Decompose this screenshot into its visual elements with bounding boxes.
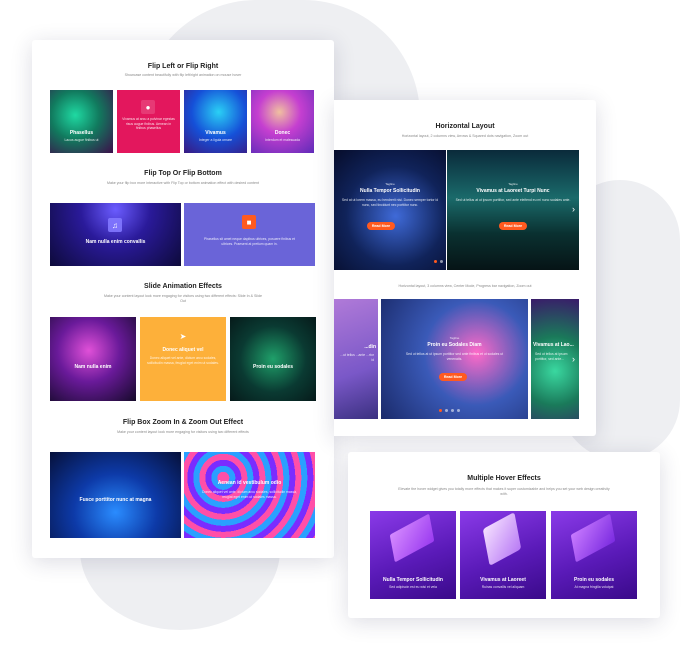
flip-tb-subtitle: Make your flip box more interactive with… (106, 181, 260, 185)
flip-lr-tile-4[interactable]: Donec Interdum et malesuada (251, 90, 314, 153)
read-more-button[interactable]: Read More (439, 373, 467, 381)
isometric-illustration (482, 512, 522, 566)
fish-icon: ➤ (179, 331, 187, 341)
flip-tb-tile-2[interactable]: ■ Phasellus sit amet neque dapibus ultri… (184, 203, 315, 266)
hover-effects-title: Multiple Hover Effects (467, 475, 541, 482)
horizontal-layout-subtitle: Horizontal layout, 2 columns view, Arrow… (401, 134, 529, 138)
read-more-button[interactable]: Read More (499, 222, 527, 230)
flip-lr-tile-2[interactable]: ● Vivamus at arcu a pulvinar egestas ris… (117, 90, 180, 153)
store-icon: ■ (242, 215, 256, 229)
read-more-button[interactable]: Read More (367, 222, 395, 230)
flip-tb-tile-1[interactable]: ♫ Nam nulla enim convallis (50, 203, 181, 266)
flip-tb-title: Flip Top Or Flip Bottom (144, 170, 222, 177)
flip-lr-tile-3[interactable]: Vivamus Integer a ligula ornare (184, 90, 247, 153)
horizontal-layout-subtitle-2: Horizontal layout, 3 columns view, Cente… (398, 284, 532, 288)
carousel2-slide-3[interactable]: Vivamus at Lao... Sed ut tellus at ipsum… (531, 299, 579, 419)
hover-effects-panel: Multiple Hover Effects Elevate the hover… (348, 452, 660, 618)
hover-item-3[interactable]: Proin eu sodales At magna fringilla volu… (551, 511, 637, 599)
zoom-tile-1[interactable]: Fusce porttitor nunc at magna (50, 452, 181, 538)
zoom-tile-2[interactable]: Aenean id vestibulum odio Donec aliquet … (184, 452, 315, 538)
isometric-illustration (570, 513, 616, 563)
carousel-slide-2[interactable]: Tagline Vivamus at Laoreet Turpi Nunc Se… (447, 150, 579, 270)
hover-item-2[interactable]: Vivamus at Laoreet Ruinas convallis vel … (460, 511, 546, 599)
user-icon: ● (141, 100, 155, 114)
horizontal-layout-panel: Horizontal Layout Horizontal layout, 2 c… (334, 100, 596, 436)
isometric-illustration (389, 513, 435, 563)
hover-effects-subtitle: Elevate the hover widget gives you total… (398, 487, 610, 496)
carousel2-slide-1[interactable]: ...din ...ut tellus ...ante ...rtor id (334, 299, 378, 419)
slide-subtitle: Make your content layout look more engag… (103, 294, 263, 303)
left-showcase-panel: Flip Left or Flip Right Showcase content… (32, 40, 334, 558)
flip-lr-title: Flip Left or Flip Right (147, 63, 219, 70)
slide-tile-3[interactable]: Proin eu sodales (230, 317, 316, 401)
music-icon: ♫ (108, 218, 122, 232)
hover-item-1[interactable]: Nulla Tempor Sollicitudin Sed adipiscin … (370, 511, 456, 599)
slide-tile-1[interactable]: Nam nulla enim (50, 317, 136, 401)
carousel-dots[interactable] (434, 260, 446, 263)
carousel-slide-1[interactable]: Tagline Nulla Tempor Sollicitudin Sed at… (334, 150, 446, 270)
flip-lr-subtitle: Showcase content beautifully with flip l… (124, 73, 242, 77)
flip-lr-tile-1[interactable]: Phasellus Lacus augue finibus ut (50, 90, 113, 153)
next-arrow-icon[interactable]: › (572, 204, 575, 214)
zoom-subtitle: Make your content layout look more engag… (117, 430, 249, 434)
zoom-title: Flip Box Zoom In & Zoom Out Effect (122, 419, 244, 426)
horizontal-layout-title: Horizontal Layout (435, 123, 495, 130)
carousel2-slide-2[interactable]: Tagline Proin eu Sodales Diam Sed ut tel… (381, 299, 528, 419)
slide-title: Slide Animation Effects (144, 283, 222, 290)
next-arrow-icon-2[interactable]: › (572, 354, 575, 364)
slide-tile-2[interactable]: ➤ Donec aliquet vel Donec aliquet vel an… (140, 317, 226, 401)
carousel2-dots[interactable] (439, 409, 460, 412)
